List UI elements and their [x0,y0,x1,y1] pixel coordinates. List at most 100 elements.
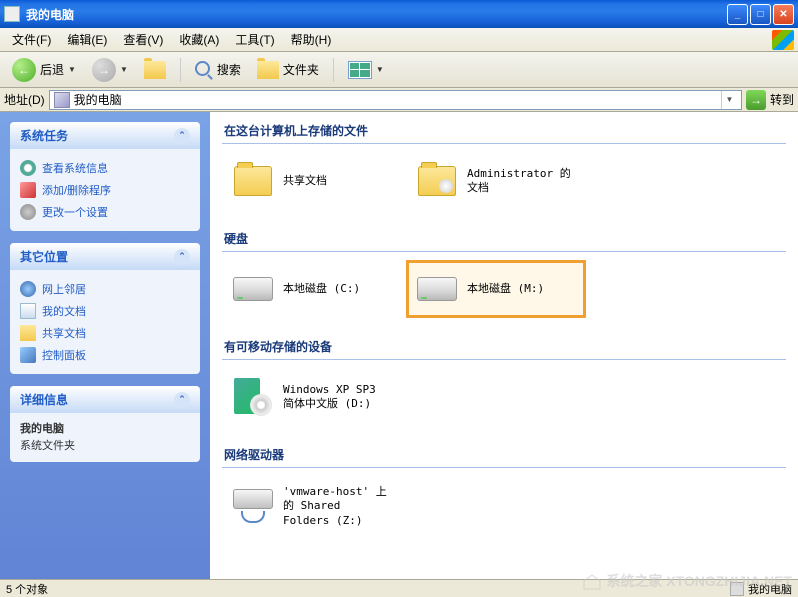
change-setting-link[interactable]: 更改一个设置 [20,201,190,223]
add-remove-icon [20,182,36,198]
separator [180,58,181,82]
menu-help[interactable]: 帮助(H) [283,29,340,50]
back-dropdown-icon: ▼ [68,65,76,74]
control-panel-link[interactable]: 控制面板 [20,344,190,366]
window-controls: _ □ ✕ [727,4,794,25]
task-label: 更改一个设置 [42,204,108,220]
folders-button[interactable]: 文件夹 [251,59,325,81]
network-drive-z-item[interactable]: 'vmware-host' 上的 Shared Folders (Z:) [222,476,402,537]
gear-icon [20,204,36,220]
main-area: 系统任务 ⌃ 查看系统信息 添加/删除程序 更改一个设置 其它位置 ⌃ 网上邻居… [0,112,798,579]
drive-icon [415,269,459,309]
shared-documents-link[interactable]: 共享文档 [20,322,190,344]
task-label: 我的文档 [42,303,86,319]
address-label: 地址(D) [4,91,45,108]
folders-icon [257,61,279,79]
details-header[interactable]: 详细信息 ⌃ [10,386,200,413]
back-button[interactable]: ← 后退 ▼ [6,56,82,84]
menu-view[interactable]: 查看(V) [115,29,171,50]
add-remove-programs-link[interactable]: 添加/删除程序 [20,179,190,201]
forward-button[interactable]: → ▼ [86,56,134,84]
other-places-header[interactable]: 其它位置 ⌃ [10,243,200,270]
local-disk-c-item[interactable]: 本地磁盘 (C:) [222,260,402,318]
details-body: 我的电脑 系统文件夹 [10,413,200,462]
status-right-text: 我的电脑 [748,581,792,597]
collapse-icon: ⌃ [174,249,190,265]
address-value: 我的电脑 [74,91,122,108]
removable-header: 有可移动存储的设备 [222,332,786,360]
status-right: 我的电脑 [730,581,792,597]
task-label: 共享文档 [42,325,86,341]
other-places-body: 网上邻居 我的文档 共享文档 控制面板 [10,270,200,374]
task-label: 控制面板 [42,347,86,363]
app-icon [4,6,20,22]
network-drive-icon [231,486,275,526]
task-label: 查看系统信息 [42,160,108,176]
network-drives-items: 'vmware-host' 上的 Shared Folders (Z:) [222,476,786,537]
address-dropdown-icon[interactable]: ▼ [721,91,737,109]
other-places-title: 其它位置 [20,248,68,265]
window-title: 我的电脑 [26,6,727,23]
info-icon [20,160,36,176]
view-system-info-link[interactable]: 查看系统信息 [20,157,190,179]
item-label: 'vmware-host' 上的 Shared Folders (Z:) [283,485,393,528]
status-bar: 5 个对象 我的电脑 [0,579,798,597]
files-stored-header: 在这台计算机上存储的文件 [222,116,786,144]
views-button[interactable]: ▼ [342,59,390,81]
collapse-icon: ⌃ [174,128,190,144]
back-arrow-icon: ← [12,58,36,82]
details-name: 我的电脑 [20,421,190,438]
local-disk-m-item[interactable]: 本地磁盘 (M:) [406,260,586,318]
cd-icon [231,377,275,417]
folder-icon [231,161,275,201]
details-panel: 详细信息 ⌃ 我的电脑 系统文件夹 [10,386,200,462]
system-tasks-header[interactable]: 系统任务 ⌃ [10,122,200,149]
task-label: 网上邻居 [42,281,86,297]
forward-dropdown-icon: ▼ [120,65,128,74]
content-pane: 在这台计算机上存储的文件 共享文档 Administrator 的文档 硬盘 本… [210,112,798,579]
control-panel-icon [20,347,36,363]
windows-flag-icon [772,30,794,50]
status-icon [730,582,744,596]
system-tasks-title: 系统任务 [20,127,68,144]
minimize-button[interactable]: _ [727,4,748,25]
menu-bar: 文件(F) 编辑(E) 查看(V) 收藏(A) 工具(T) 帮助(H) [0,28,798,52]
task-label: 添加/删除程序 [42,182,111,198]
close-button[interactable]: ✕ [773,4,794,25]
maximize-button[interactable]: □ [750,4,771,25]
drive-icon [231,269,275,309]
menu-file[interactable]: 文件(F) [4,29,59,50]
documents-icon [20,303,36,319]
title-bar: 我的电脑 _ □ ✕ [0,0,798,28]
views-dropdown-icon: ▼ [376,65,384,74]
details-type: 系统文件夹 [20,440,75,452]
network-places-link[interactable]: 网上邻居 [20,278,190,300]
network-drives-header: 网络驱动器 [222,440,786,468]
user-folder-icon [415,161,459,201]
separator [333,58,334,82]
menu-tools[interactable]: 工具(T) [227,29,282,50]
hard-disks-items: 本地磁盘 (C:) 本地磁盘 (M:) [222,260,786,318]
item-label: Windows XP SP3 简体中文版 (D:) [283,383,393,412]
views-icon [348,61,372,79]
forward-arrow-icon: → [92,58,116,82]
admin-documents-item[interactable]: Administrator 的文档 [406,152,586,210]
my-documents-link[interactable]: 我的文档 [20,300,190,322]
up-button[interactable] [138,59,172,81]
go-button[interactable]: → [746,90,766,110]
address-input[interactable]: 我的电脑 ▼ [49,90,742,110]
cd-drive-item[interactable]: Windows XP SP3 简体中文版 (D:) [222,368,402,426]
toolbar: ← 后退 ▼ → ▼ 搜索 文件夹 ▼ [0,52,798,88]
up-folder-icon [144,61,166,79]
search-icon [195,61,213,79]
menu-favorites[interactable]: 收藏(A) [171,29,227,50]
item-label: 共享文档 [283,174,327,188]
hard-disks-header: 硬盘 [222,224,786,252]
search-button[interactable]: 搜索 [189,59,247,81]
shared-documents-item[interactable]: 共享文档 [222,152,402,210]
details-title: 详细信息 [20,391,68,408]
status-left: 5 个对象 [6,581,48,597]
collapse-icon: ⌃ [174,392,190,408]
menu-edit[interactable]: 编辑(E) [59,29,115,50]
other-places-panel: 其它位置 ⌃ 网上邻居 我的文档 共享文档 控制面板 [10,243,200,374]
